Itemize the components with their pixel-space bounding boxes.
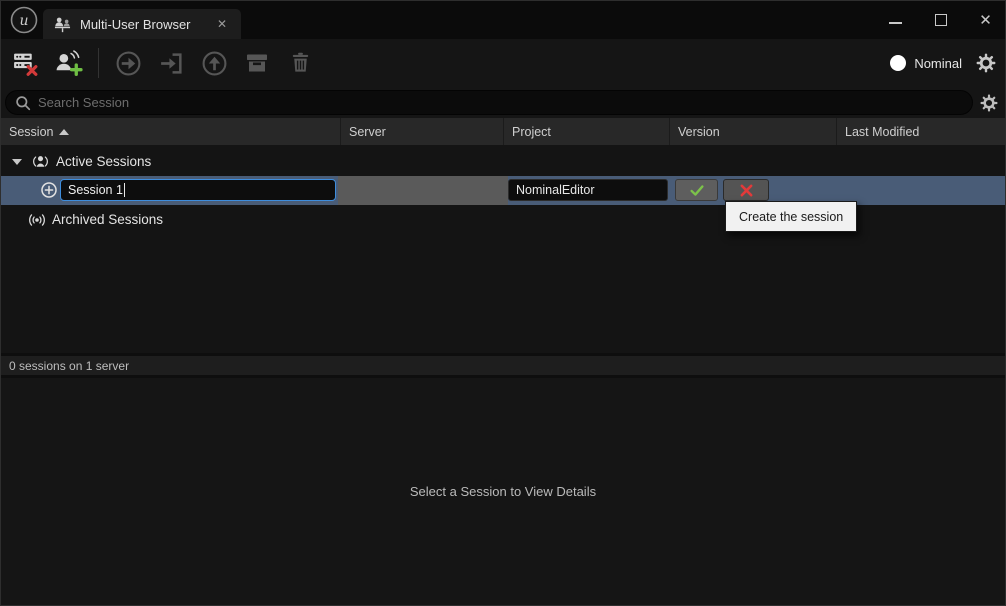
search-box[interactable] [5,90,973,115]
session-count-text: 0 sessions on 1 server [9,359,129,373]
multi-user-browser-window: u Multi-User Browser [0,0,1006,606]
cancel-session-button[interactable] [723,179,769,201]
column-header-last-modified[interactable]: Last Modified [837,118,1005,145]
session-project-field[interactable]: NominalEditor [508,179,668,201]
archive-box-icon [244,50,270,76]
column-header-session[interactable]: Session [1,118,341,145]
resume-session-button[interactable] [113,47,143,79]
sort-ascending-icon [59,129,69,135]
group-label: Archived Sessions [52,212,163,227]
tooltip-create-session: Create the session [725,201,857,232]
search-row [1,87,1005,118]
gear-icon [980,94,998,112]
window-close-button[interactable]: ✕ [978,13,993,28]
create-session-button[interactable] [53,47,83,79]
shutdown-server-button[interactable] [10,47,40,79]
network-status-indicator [890,55,906,71]
column-header-row: Session Server Project Version Last Modi… [1,118,1005,145]
arrow-circle-up-icon [201,50,228,77]
toolbar-separator [98,48,99,78]
settings-button[interactable] [976,53,996,73]
delete-session-button[interactable] [285,47,315,79]
trash-icon [288,50,313,76]
server-cell-placeholder [338,176,508,205]
restore-session-button[interactable] [199,47,229,79]
accept-session-button[interactable] [675,179,718,201]
column-header-server[interactable]: Server [341,118,504,145]
titlebar: u Multi-User Browser [1,1,1005,39]
session-project-value: NominalEditor [516,183,595,197]
column-label: Version [678,125,720,139]
column-label: Last Modified [845,125,919,139]
add-session-icon [40,181,58,199]
user-add-icon [54,50,83,77]
status-bar: 0 sessions on 1 server [1,356,1005,375]
gear-icon [976,53,996,73]
active-session-icon [31,153,50,170]
unreal-engine-logo-icon: u [9,5,39,35]
minimize-button[interactable] [888,13,903,28]
column-label: Session [9,125,53,139]
arrow-enter-icon [158,50,185,77]
column-label: Project [512,125,551,139]
session-name-input[interactable]: Session 1 [60,179,336,201]
group-label: Active Sessions [56,154,151,169]
toolbar: Nominal [1,39,1005,87]
session-list: Active Sessions Session 1 NominalEditor [1,145,1005,353]
svg-text:u: u [19,13,28,29]
search-icon [15,95,31,111]
session-details-panel: Select a Session to View Details [1,378,1005,605]
tab-multi-user-browser[interactable]: Multi-User Browser ✕ [43,9,241,39]
expander-down-icon[interactable] [12,159,22,165]
search-input[interactable] [38,95,963,110]
maximize-button[interactable] [933,13,948,28]
session-name-value: Session 1 [68,183,123,197]
tooltip-text: Create the session [739,210,843,224]
checkmark-icon [688,183,706,198]
search-options-button[interactable] [977,94,1001,112]
text-caret [124,183,125,197]
tab-title: Multi-User Browser [80,17,205,32]
server-delete-icon [12,50,39,77]
group-row-active-sessions[interactable]: Active Sessions [1,147,1005,176]
network-status-label: Nominal [914,56,962,71]
x-icon [739,183,754,198]
column-header-version[interactable]: Version [670,118,837,145]
multi-user-icon [53,16,72,33]
column-header-project[interactable]: Project [504,118,670,145]
join-session-button[interactable] [156,47,186,79]
arrow-circle-right-icon [115,50,142,77]
column-label: Server [349,125,386,139]
archive-session-button[interactable] [242,47,272,79]
details-placeholder-text: Select a Session to View Details [410,484,596,499]
archived-session-icon [28,212,46,228]
tab-close-icon[interactable]: ✕ [213,15,231,33]
window-controls: ✕ [888,1,993,39]
